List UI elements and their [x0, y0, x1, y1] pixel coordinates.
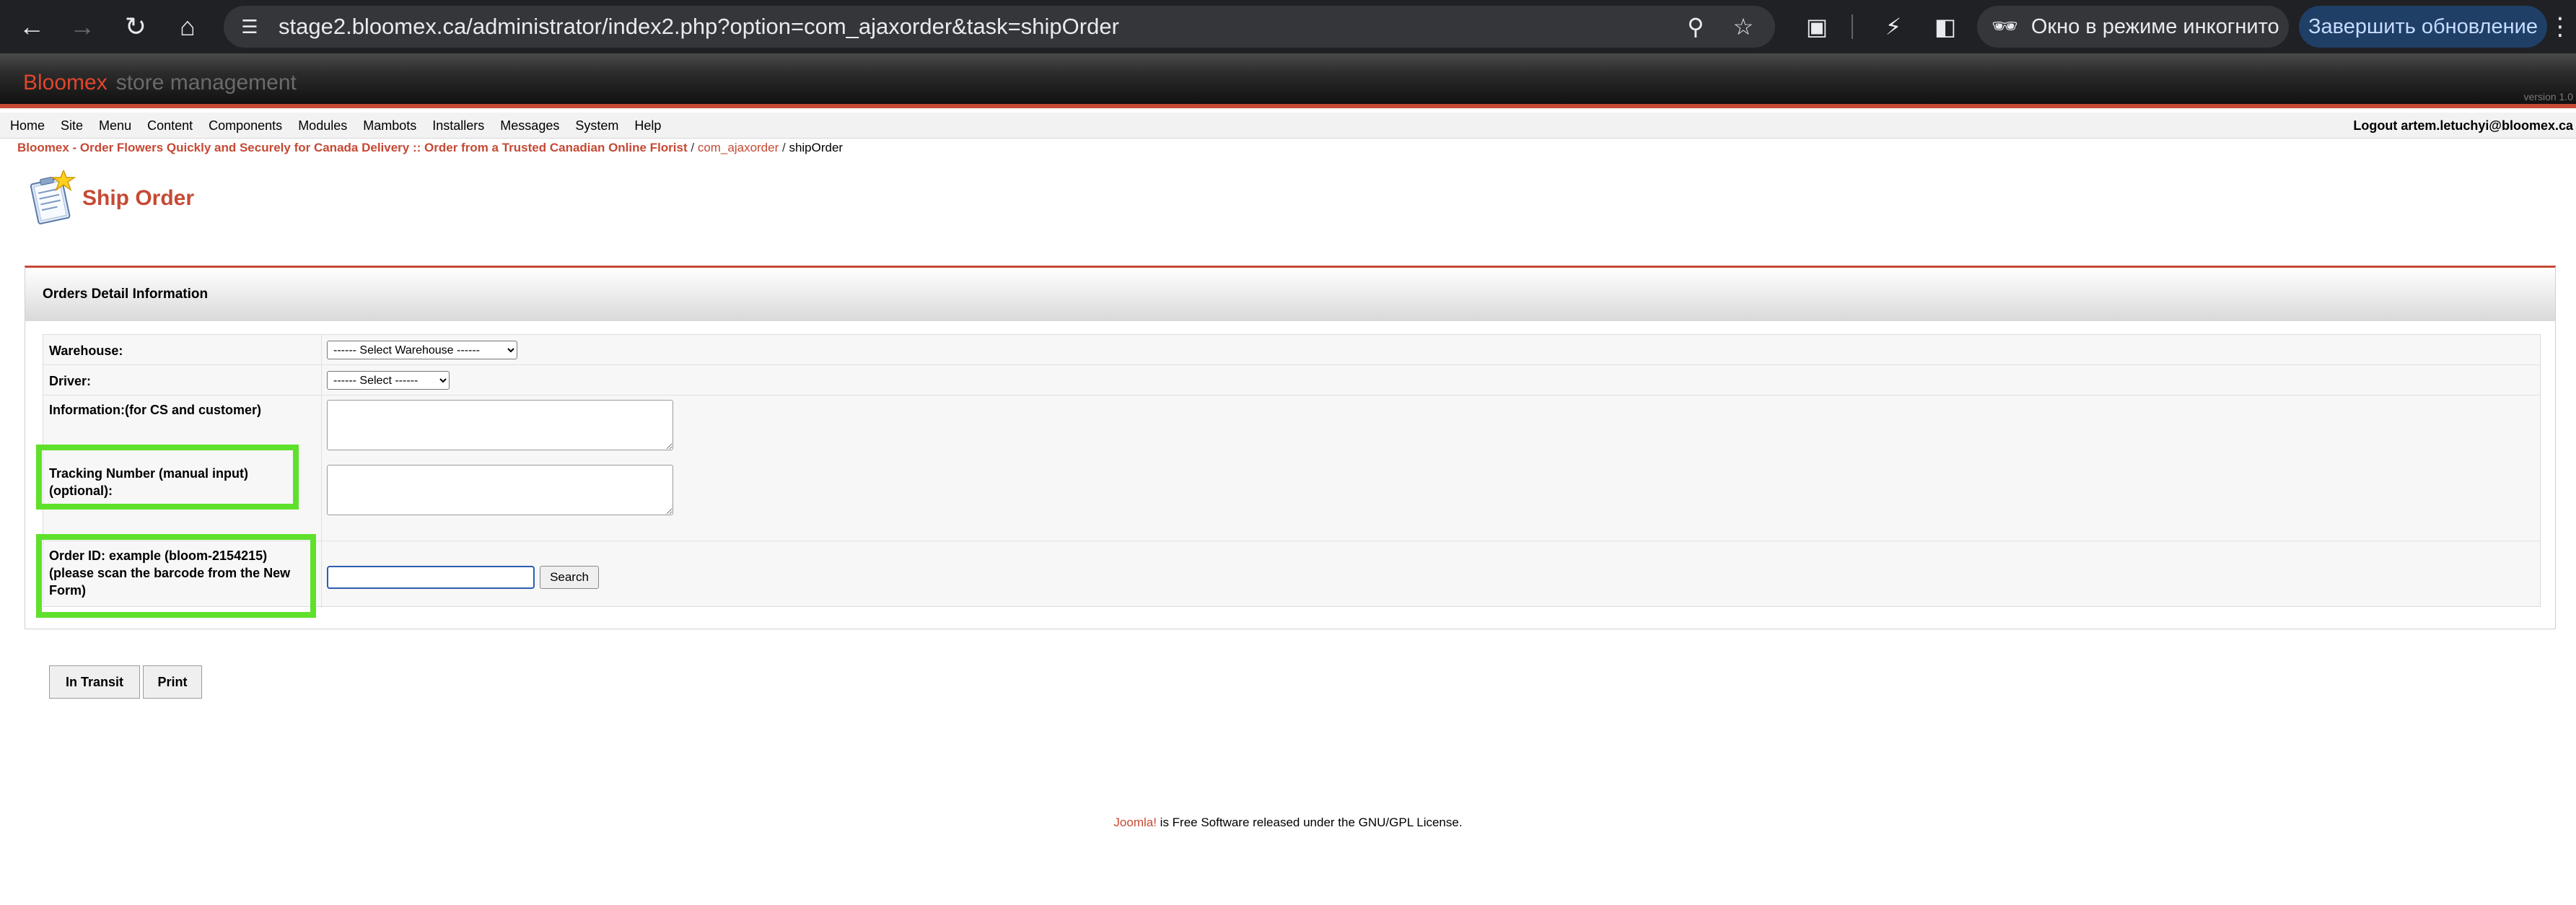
toolbar-divider	[1852, 14, 1853, 39]
extensions-icon[interactable]: ▣	[1800, 9, 1834, 44]
tracking-label-line2: (optional):	[49, 484, 113, 498]
browser-menu-icon[interactable]: ⋮	[2546, 9, 2575, 44]
breadcrumb-separator: /	[779, 141, 789, 154]
brand-primary: Bloomex	[23, 71, 108, 95]
logout-link[interactable]: Logout artem.letuchyi@bloomex.ca	[2353, 113, 2573, 139]
performance-icon[interactable]: ⚡	[1876, 9, 1911, 44]
panel-title: Orders Detail Information	[43, 287, 209, 302]
menu-item-components[interactable]: Components	[209, 118, 282, 134]
back-arrow-icon[interactable]: ←	[14, 9, 49, 44]
reload-icon[interactable]: ↻	[118, 9, 153, 44]
page-title: Ship Order	[82, 186, 195, 210]
breadcrumb-current: shipOrder	[789, 141, 844, 154]
menu-item-site[interactable]: Site	[61, 118, 83, 134]
menu-item-help[interactable]: Help	[634, 118, 661, 134]
warehouse-select[interactable]: ------ Select Warehouse ------	[327, 341, 517, 359]
footer-text: is Free Software released under the GNU/…	[1156, 816, 1463, 829]
version-label: version 1.0	[2523, 91, 2573, 102]
information-row: Information:(for CS and customer) Tracki…	[43, 395, 2540, 541]
warehouse-label: Warehouse:	[49, 344, 123, 358]
forward-arrow-icon[interactable]: →	[65, 9, 100, 44]
finish-update-button[interactable]: Завершить обновление	[2299, 6, 2547, 48]
bookmark-star-icon[interactable]: ☆	[1729, 12, 1758, 41]
site-info-icon[interactable]: ☰	[235, 12, 264, 41]
label-cell: Driver:	[43, 365, 322, 395]
order-id-label-line2: (please scan the barcode from the New	[49, 566, 291, 580]
warehouse-row: Warehouse: ------ Select Warehouse -----…	[43, 335, 2540, 365]
admin-menubar: Home Site Menu Content Components Module…	[0, 113, 2576, 139]
label-cell: Order ID: example (bloom-2154215) (pleas…	[43, 541, 322, 608]
menu-items: Home Site Menu Content Components Module…	[10, 113, 661, 139]
print-button[interactable]: Print	[143, 665, 202, 699]
incognito-label: Окно в режиме инкогнито	[2030, 14, 2279, 38]
menu-item-mambots[interactable]: Mambots	[363, 118, 416, 134]
menu-item-installers[interactable]: Installers	[432, 118, 484, 134]
order-form-table: Warehouse: ------ Select Warehouse -----…	[43, 334, 2541, 608]
driver-row: Driver: ------ Select ------	[43, 365, 2540, 395]
brand-secondary: store management	[115, 71, 297, 95]
menu-item-modules[interactable]: Modules	[298, 118, 347, 134]
breadcrumb-separator: /	[687, 141, 698, 154]
url-text[interactable]: stage2.bloomex.ca/administrator/index2.p…	[279, 6, 1119, 48]
information-textarea[interactable]	[327, 400, 673, 450]
driver-label: Driver:	[49, 374, 92, 388]
menu-item-content[interactable]: Content	[147, 118, 193, 134]
menu-item-home[interactable]: Home	[10, 118, 45, 134]
menu-item-system[interactable]: System	[575, 118, 618, 134]
browser-toolbar: ← → ↻ ⌂ ☰ stage2.bloomex.ca/administrato…	[0, 0, 2576, 53]
order-id-input[interactable]	[327, 566, 535, 589]
address-bar[interactable]: ☰ stage2.bloomex.ca/administrator/index2…	[224, 6, 1775, 48]
driver-select[interactable]: ------ Select ------	[327, 371, 450, 390]
label-cell: Warehouse:	[43, 335, 322, 364]
order-id-label-line1: Order ID: example (bloom-2154215)	[49, 548, 268, 563]
order-id-label-line3: Form)	[49, 583, 86, 598]
label-cell: Information:(for CS and customer) Tracki…	[43, 395, 322, 541]
incognito-icon: 🕶	[1992, 15, 2018, 38]
footer: Joomla! is Free Software released under …	[0, 816, 2576, 830]
ship-order-icon	[30, 170, 76, 224]
in-transit-button[interactable]: In Transit	[49, 665, 140, 699]
menu-item-messages[interactable]: Messages	[500, 118, 559, 134]
orders-detail-panel: Orders Detail Information Warehouse: ---…	[25, 266, 2556, 629]
home-icon[interactable]: ⌂	[170, 9, 205, 44]
breadcrumb-site-link[interactable]: Bloomex - Order Flowers Quickly and Secu…	[17, 141, 688, 154]
side-panel-icon[interactable]: ◧	[1928, 9, 1963, 44]
brand-logo: Bloomex store management	[23, 71, 297, 95]
breadcrumb-component-link[interactable]: com_ajaxorder	[698, 141, 779, 154]
information-label: Information:(for CS and customer)	[49, 403, 262, 417]
tracking-label-line1: Tracking Number (manual input)	[49, 466, 249, 481]
breadcrumb: Bloomex - Order Flowers Quickly and Secu…	[17, 139, 843, 157]
tracking-number-textarea[interactable]	[327, 465, 673, 515]
search-button[interactable]: Search	[540, 566, 599, 589]
joomla-link[interactable]: Joomla!	[1113, 816, 1157, 829]
order-id-row: Order ID: example (bloom-2154215) (pleas…	[43, 541, 2540, 608]
panel-header: Orders Detail Information	[25, 268, 2555, 321]
menu-item-menu[interactable]: Menu	[99, 118, 131, 134]
admin-header: Bloomex store management version 1.0	[0, 53, 2576, 108]
incognito-indicator[interactable]: 🕶 Окно в режиме инкогнито	[1977, 6, 2289, 48]
zoom-icon[interactable]: ⚲	[1681, 12, 1710, 41]
